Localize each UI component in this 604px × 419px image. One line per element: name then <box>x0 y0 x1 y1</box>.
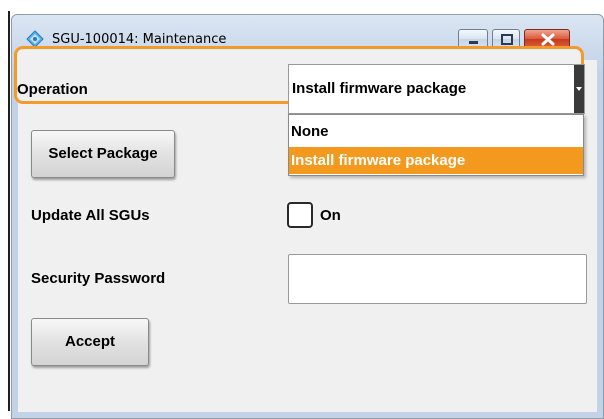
update-all-checkbox[interactable] <box>287 202 313 228</box>
accept-button[interactable]: Accept <box>31 318 149 366</box>
operation-selected-value: Install firmware package <box>292 80 467 97</box>
update-all-checkbox-label[interactable]: On <box>320 207 341 224</box>
update-all-sgus-label: Update All SGUs <box>31 207 150 224</box>
dropdown-option-none[interactable]: None <box>289 118 583 145</box>
window-edge <box>8 11 10 411</box>
dropdown-option-install-firmware[interactable]: Install firmware package <box>289 147 583 174</box>
operation-dropdown-list: None Install firmware package <box>288 114 584 176</box>
window-title: SGU-100014: Maintenance <box>52 32 227 47</box>
security-password-label: Security Password <box>31 270 166 287</box>
operation-label: Operation <box>17 81 88 98</box>
operation-select[interactable]: Install firmware package <box>288 64 585 114</box>
dropdown-arrow-button[interactable] <box>574 65 584 113</box>
security-password-input[interactable] <box>288 254 587 304</box>
select-package-button[interactable]: Select Package <box>31 130 175 178</box>
